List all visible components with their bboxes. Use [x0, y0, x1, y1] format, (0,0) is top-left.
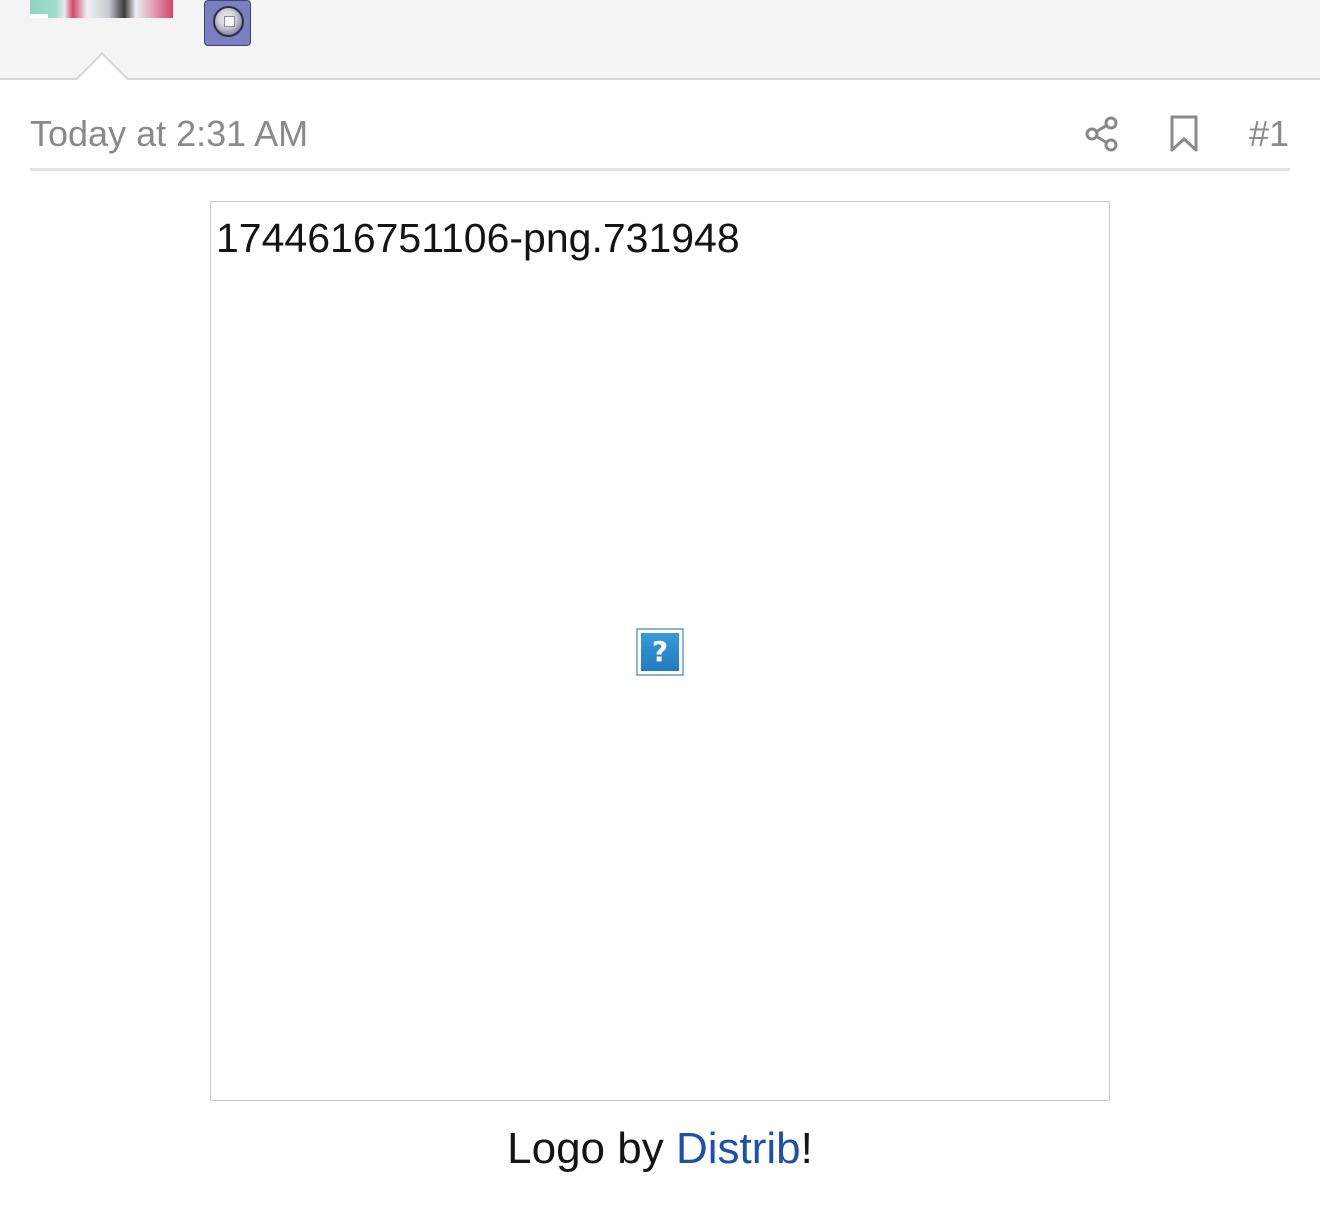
credit-prefix: Logo by	[507, 1124, 676, 1173]
user-badge-icon	[204, 0, 251, 46]
image-alt-text: 1744616751106-png.731948	[216, 215, 740, 261]
logo-credit: Logo by Distrib!	[0, 1124, 1320, 1174]
post-date-link[interactable]: Today at 2:31 AM	[30, 114, 308, 154]
user-avatar[interactable]	[30, 0, 173, 18]
post-header: Today at 2:31 AM #1	[30, 100, 1290, 171]
post-number-link[interactable]: #1	[1249, 114, 1289, 154]
credit-author-link[interactable]: Distrib	[676, 1124, 801, 1173]
message-pointer-arrow	[74, 52, 130, 81]
question-mark-glyph: ?	[641, 633, 679, 671]
bookmark-icon[interactable]	[1169, 115, 1199, 153]
badge-ring	[213, 6, 244, 37]
attachment-image[interactable]: 1744616751106-png.731948 ?	[210, 201, 1110, 1101]
user-info-strip	[0, 0, 1320, 80]
question-mark-icon: ?	[636, 628, 684, 676]
share-icon[interactable]	[1084, 116, 1120, 152]
credit-suffix: !	[800, 1124, 813, 1173]
